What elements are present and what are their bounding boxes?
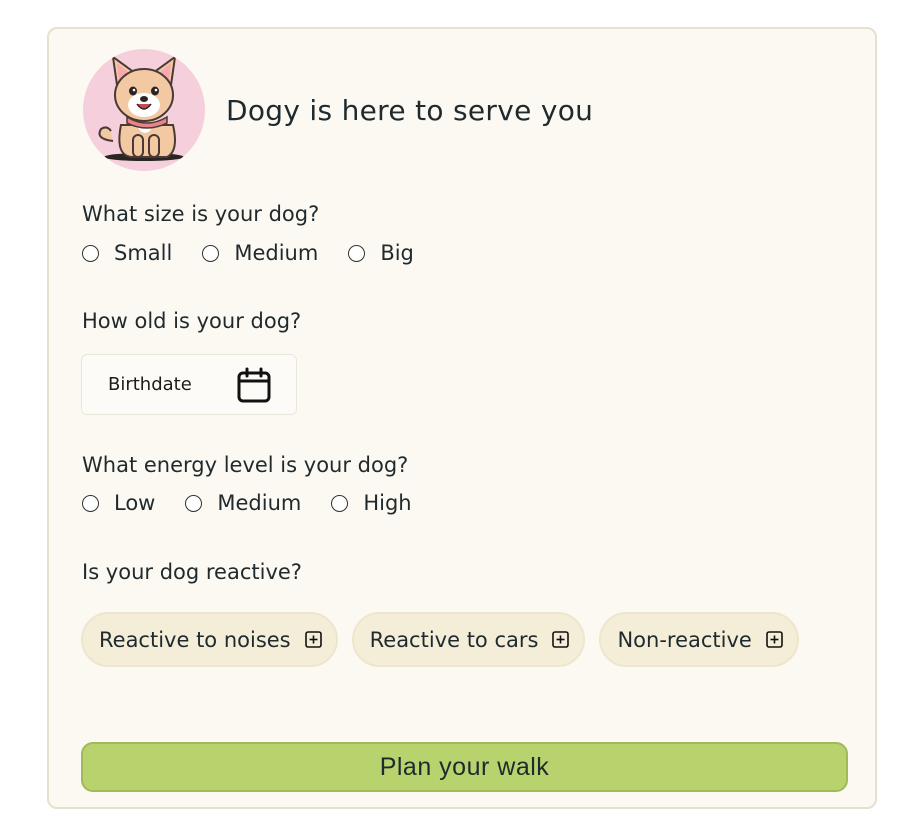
radio-label: Big (380, 241, 414, 265)
size-option-small[interactable]: Small (82, 241, 172, 265)
calendar-icon[interactable] (237, 367, 271, 403)
size-option-big[interactable]: Big (348, 241, 414, 265)
form-header: Dogy is here to serve you (83, 49, 593, 171)
size-question: What size is your dog? (82, 202, 320, 226)
energy-option-medium[interactable]: Medium (185, 491, 301, 515)
chip-label: Reactive to noises (99, 627, 291, 652)
radio-circle[interactable] (202, 244, 220, 262)
reactive-question: Is your dog reactive? (82, 560, 302, 584)
size-option-medium[interactable]: Medium (202, 241, 318, 265)
radio-circle[interactable] (331, 494, 349, 512)
reactive-chip-group: Reactive to noises Reactive to cars Non-… (81, 612, 813, 667)
radio-circle[interactable] (348, 244, 366, 262)
radio-label: Low (114, 491, 156, 515)
dog-walk-form-card: Dogy is here to serve you What size is y… (47, 27, 877, 809)
chip-reactive-to-cars[interactable]: Reactive to cars (351, 612, 586, 667)
page-title: Dogy is here to serve you (226, 93, 594, 127)
radio-circle[interactable] (185, 494, 203, 512)
energy-option-high[interactable]: High (331, 491, 412, 515)
radio-circle[interactable] (82, 494, 99, 512)
plan-walk-button[interactable]: Plan your walk (81, 742, 848, 792)
chip-reactive-to-noises[interactable]: Reactive to noises (81, 612, 338, 667)
plus-square-icon (766, 631, 783, 648)
energy-radio-group: Low Medium High (82, 491, 442, 515)
chip-non-reactive[interactable]: Non-reactive (599, 612, 799, 667)
energy-question: What energy level is your dog? (82, 453, 409, 477)
size-radio-group: Small Medium Big (82, 241, 444, 265)
radio-label: Small (114, 241, 173, 265)
birthdate-placeholder: Birthdate (108, 374, 192, 395)
chip-label: Reactive to cars (369, 627, 539, 652)
age-question: How old is your dog? (82, 309, 302, 333)
radio-circle[interactable] (82, 244, 99, 262)
chip-label: Non-reactive (617, 627, 752, 652)
birthdate-input[interactable]: Birthdate (81, 354, 297, 415)
plus-square-icon (552, 631, 570, 648)
dog-avatar (83, 49, 205, 171)
energy-option-low[interactable]: Low (82, 491, 155, 515)
radio-label: High (363, 491, 412, 515)
radio-label: Medium (234, 241, 319, 265)
dog-mascot-icon (98, 54, 184, 161)
plus-square-icon (304, 631, 322, 648)
radio-label: Medium (217, 491, 302, 515)
